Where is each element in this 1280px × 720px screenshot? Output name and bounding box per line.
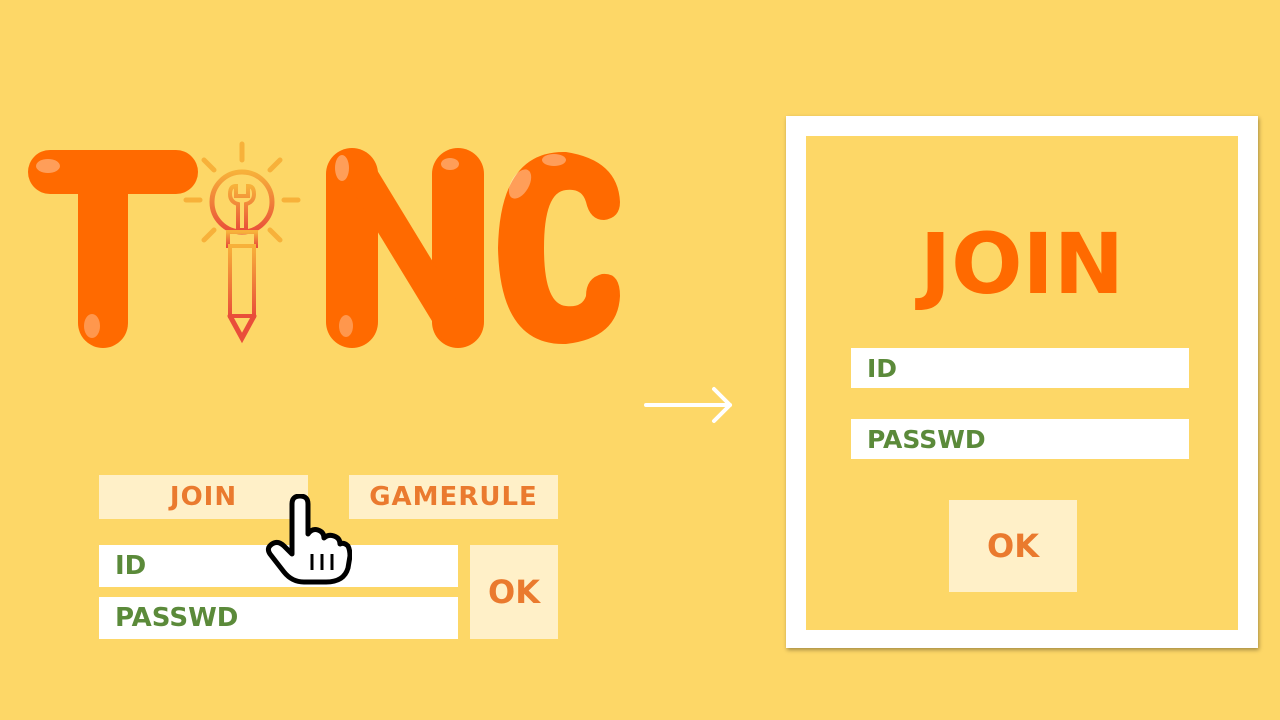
lightbulb-pencil-icon xyxy=(183,141,301,344)
arrow-right-icon xyxy=(642,385,738,425)
tinc-logo xyxy=(20,130,640,360)
join-dialog-panel: JOIN ID PASSWD OK xyxy=(806,136,1238,630)
dialog-ok-button[interactable]: OK xyxy=(949,500,1077,592)
passwd-field[interactable]: PASSWD xyxy=(99,597,458,639)
logo-shapes xyxy=(28,141,620,348)
dialog-id-field[interactable]: ID xyxy=(851,348,1189,388)
logo-letter-n xyxy=(326,148,484,348)
ok-button[interactable]: OK xyxy=(470,545,558,639)
gamerule-button[interactable]: GAMERULE xyxy=(349,475,558,519)
logo-letter-t xyxy=(28,150,198,348)
dialog-passwd-field[interactable]: PASSWD xyxy=(851,419,1189,459)
hand-pointer-icon xyxy=(262,493,353,586)
dialog-title: JOIN xyxy=(919,215,1125,313)
join-dialog: JOIN ID PASSWD OK xyxy=(786,116,1258,648)
logo-letter-c xyxy=(498,151,620,345)
